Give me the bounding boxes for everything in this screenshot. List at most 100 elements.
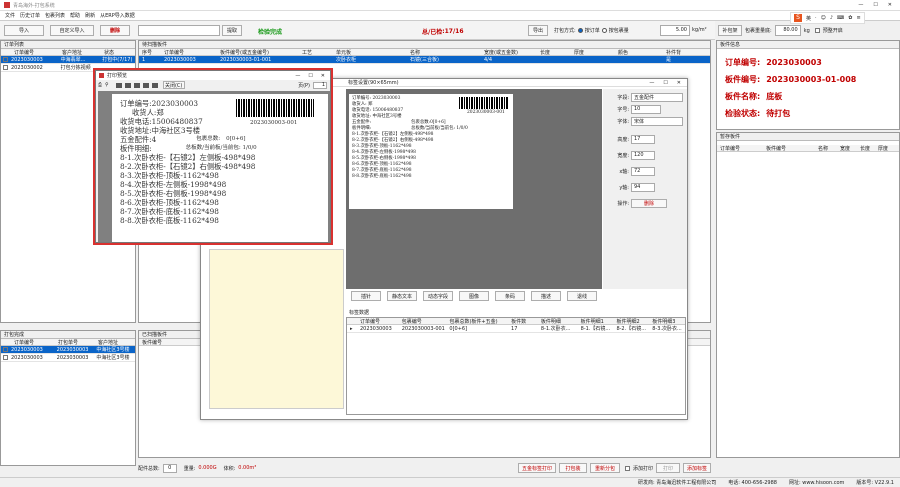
field-select[interactable]: 五金配件	[631, 92, 683, 102]
label-canvas[interactable]: 订单编号: 2023030003 收货人: 郑 收货电话: 1500648083…	[346, 89, 602, 289]
label-barcode	[459, 97, 509, 109]
radio-by-order[interactable]	[577, 28, 583, 33]
print-hw-label-button[interactable]: 五金标签打印	[517, 463, 556, 473]
bottom-bar: 配件总数: 0 重量: 0.000G 体积: 0.00m³ 五金标签打印 打包装…	[138, 462, 711, 474]
page-four-icon[interactable]	[142, 82, 149, 88]
tab-static-text[interactable]: 静态文本	[387, 291, 417, 301]
auto-open-checkbox[interactable]	[814, 28, 820, 33]
ime-menu-icon[interactable]: ≡	[856, 15, 860, 21]
temp-board-panel: 暂存板件 订单编号 板件编号 名称 宽度 长度 厚度	[716, 132, 900, 458]
add-print-checkbox[interactable]	[624, 465, 630, 471]
preview-barcode	[236, 99, 314, 117]
print-preview-window: 打印预览 — ☐ ✕ ⎙ ⚲ 关闭(C) 页(P) 1 订单编号:2023030…	[95, 70, 331, 243]
menu-file[interactable]: 文件	[5, 12, 15, 19]
delete-field-button[interactable]: 删除	[631, 198, 667, 208]
font-family-select[interactable]: 宋体	[631, 116, 683, 126]
close-icon[interactable]: ✕	[888, 2, 892, 8]
preview-barcode-text: 2023030003-001	[250, 120, 298, 126]
page-two-icon[interactable]	[124, 82, 131, 88]
custom-import-button[interactable]: 自定义导入	[50, 25, 94, 36]
page-three-icon[interactable]	[133, 82, 140, 88]
add-label-button[interactable]: 添加标签	[683, 463, 711, 473]
tab-barcode[interactable]: 条码	[495, 291, 525, 301]
designer-minimize-icon[interactable]: —	[649, 80, 654, 86]
toolbar: 导入 自定义导入 删除 提取 检验完成 总/已检:17/16 导出 打包方式: …	[0, 21, 715, 40]
label-preview: 订单编号: 2023030003 收货人: 郑 收货电话: 1500648083…	[349, 94, 513, 209]
y-input[interactable]: 94	[631, 182, 655, 192]
pack-button[interactable]: 打包装	[558, 463, 587, 473]
packed-panel: 打包完成 订单编号 打包单号 客户地址 2023030003 202303000…	[0, 330, 136, 466]
status-bar: 研发商: 青岛海迅软件工程有限公司 电话: 400-656-2988 网址: w…	[0, 477, 900, 487]
label-barcode-text: 2023030003-001	[467, 110, 505, 115]
menu-history[interactable]: 历史订单	[20, 12, 40, 19]
menu-refresh[interactable]: 刷新	[85, 12, 95, 19]
zoom-icon[interactable]: ⚲	[105, 82, 109, 88]
preview-area: 订单编号:2023030003 收货人:郑 收货电话:15006480837 收…	[98, 91, 330, 242]
tab-image[interactable]: 图像	[459, 291, 489, 301]
preview-page: 订单编号:2023030003 收货人:郑 收货电话:15006480837 收…	[112, 94, 328, 242]
preview-close-button[interactable]: 关闭(C)	[162, 81, 185, 89]
tab-describe[interactable]: 描述	[531, 291, 561, 301]
designer-tabs: 插针 静态文本 动态字段 图像 条码 描述 退线	[351, 291, 597, 301]
weight-input[interactable]: 5.00	[660, 25, 690, 36]
print-preview-title: 打印预览	[107, 73, 128, 79]
pack-mode: 打包方式: 按订单 按包裹量	[554, 28, 629, 34]
height-input[interactable]: 17	[631, 134, 655, 144]
menu-bar: 文件 历史订单 包裹列表 帮助 刷新 从ERP导入数据	[0, 11, 900, 21]
scan-status: 检验完成	[258, 29, 283, 36]
minimize-icon[interactable]: —	[858, 2, 863, 8]
sogou-icon[interactable]: S	[794, 14, 802, 22]
table-row[interactable]: 2023030003 2023030003 中海社区3号楼	[1, 354, 135, 362]
total-count: 总/已检:17/16	[422, 28, 464, 36]
label-data-title: 标签数据	[349, 310, 370, 316]
ime-lang-icon[interactable]: 英	[806, 15, 811, 22]
table-row[interactable]: 2023030003 中海翡翠... 打包中(7/17)	[1, 56, 135, 64]
ime-smile-icon[interactable]: ☺	[821, 15, 826, 21]
menu-help[interactable]: 帮助	[70, 12, 80, 19]
preview-close-icon[interactable]: ✕	[321, 73, 325, 79]
print-preview-icon	[99, 73, 104, 78]
extract-button[interactable]: 提取	[222, 25, 242, 36]
export-button[interactable]: 导出	[528, 25, 548, 36]
board-info-panel: 板件信息 订单编号: 2023030003 板件编号: 2023030003-01-…	[716, 40, 900, 130]
printer-icon[interactable]: ⎙	[98, 82, 102, 88]
radio-by-weight[interactable]	[601, 28, 607, 33]
ime-keyboard-icon[interactable]: ⌨	[837, 15, 844, 21]
ime-punct-icon[interactable]: ·	[815, 15, 817, 21]
ime-mic-icon[interactable]: ♪	[830, 15, 833, 21]
table-row[interactable]: ▸ 2023030003 2023030003-001 0[0+6] 17 8-…	[347, 325, 685, 333]
designer-maximize-icon[interactable]: ☐	[663, 80, 667, 86]
page-input[interactable]: 1	[313, 81, 327, 89]
label-data-table: 订单编号 包裹编号 包裹总数(板件+五金) 板件数 板件明细 板件明细1 板件明…	[346, 317, 686, 415]
weight2-input[interactable]: 80.00	[774, 25, 801, 36]
tab-dynamic-field[interactable]: 动态字段	[423, 291, 453, 301]
tab-pin[interactable]: 插针	[351, 291, 381, 301]
font-size-select[interactable]: 10	[631, 104, 661, 114]
delete-button[interactable]: 删除	[100, 25, 130, 36]
page-one-icon[interactable]	[115, 82, 122, 88]
repack-button[interactable]: 重新分包	[589, 463, 620, 473]
preview-minimize-icon[interactable]: —	[295, 73, 300, 79]
table-row[interactable]: 2023030003 2023030003 中海社区3号楼	[1, 346, 135, 354]
tab-exit[interactable]: 退线	[567, 291, 597, 301]
menu-erp-import[interactable]: 从ERP导入数据	[100, 12, 135, 19]
hw-count-input[interactable]: 0	[162, 463, 177, 473]
print-button[interactable]: 打印	[656, 463, 680, 473]
width-input[interactable]: 120	[631, 150, 655, 160]
table-row[interactable]: 1 2023030003 2023030003-01-001 次卧衣柜 石镜(三…	[139, 56, 710, 64]
scan-input[interactable]	[138, 25, 220, 36]
app-icon	[4, 2, 10, 8]
row-pointer-icon: ▸	[350, 325, 353, 332]
x-input[interactable]: 72	[631, 166, 655, 176]
order-list-header: 订单编号 客户地址 状态	[1, 49, 135, 56]
page-six-icon[interactable]	[151, 82, 158, 88]
import-button[interactable]: 导入	[4, 25, 44, 36]
designer-close-icon[interactable]: ✕	[677, 80, 681, 86]
extend-button[interactable]: 补包架	[718, 25, 742, 36]
preview-maximize-icon[interactable]: ☐	[308, 73, 312, 79]
ime-toolbar: S 英 · ☺ ♪ ⌨ ✿ ≡	[790, 12, 865, 24]
maximize-icon[interactable]: ☐	[873, 2, 877, 8]
menu-packages[interactable]: 包裹列表	[45, 12, 65, 19]
ime-skin-icon[interactable]: ✿	[848, 15, 852, 21]
weight-unit: kg/m²	[692, 27, 707, 33]
